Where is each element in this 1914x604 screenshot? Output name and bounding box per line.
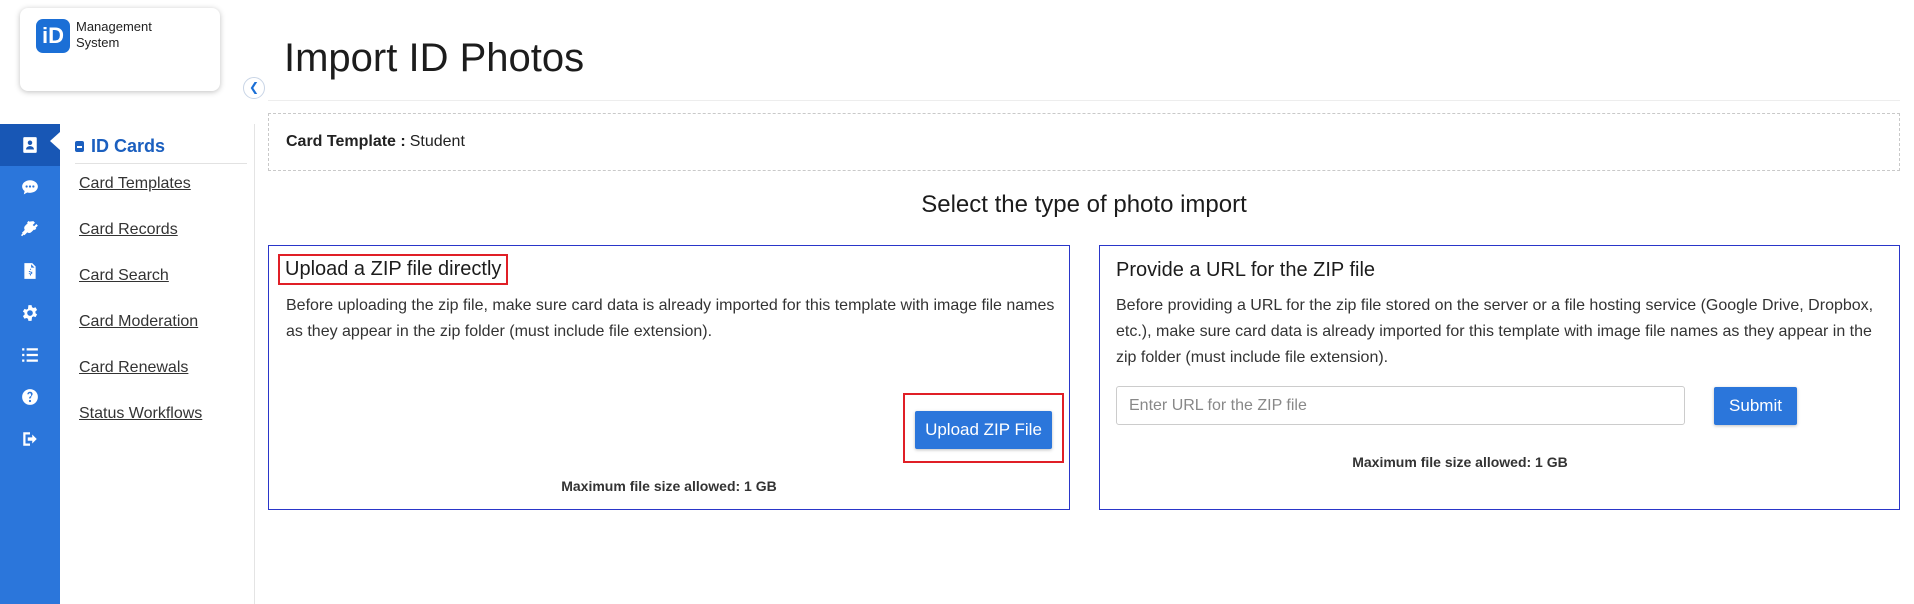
logo-line-2: System: [76, 35, 120, 50]
rail-item-logout[interactable]: [0, 418, 60, 460]
chevron-left-icon: ❮: [248, 80, 260, 94]
icon-rail: [0, 124, 60, 604]
url-zip-description: Before providing a URL for the zip file …: [1116, 297, 1874, 366]
url-zip-panel: Provide a URL for the ZIP file Before pr…: [1099, 245, 1900, 510]
rail-item-help[interactable]: [0, 376, 60, 418]
rail-item-billing[interactable]: [0, 250, 60, 292]
sidebar-item-card-records[interactable]: Card Records: [79, 221, 178, 239]
collapse-sidebar-button[interactable]: ❮: [243, 77, 265, 99]
sidebar-item-card-search[interactable]: Card Search: [79, 267, 169, 285]
logo-line-1: Management: [76, 19, 152, 34]
logo-mark: iD: [36, 19, 70, 53]
id-card-icon: [75, 141, 84, 152]
list-icon: [22, 348, 38, 362]
page-title: Import ID Photos: [284, 36, 585, 80]
sidebar-submenu: ID Cards Card Templates Card Records Car…: [60, 124, 255, 604]
card-template-value: Student: [409, 133, 465, 150]
logout-icon: [23, 432, 37, 446]
gear-icon: [22, 305, 38, 321]
sidebar-item-status-workflows[interactable]: Status Workflows: [79, 405, 202, 423]
submenu-title: ID Cards: [75, 130, 247, 164]
zip-url-input[interactable]: [1116, 386, 1685, 425]
submenu-title-label: ID Cards: [91, 136, 166, 156]
title-divider: [268, 100, 1900, 101]
card-template-label: Card Template :: [286, 133, 406, 150]
url-zip-title: Provide a URL for the ZIP file: [1116, 259, 1376, 281]
rail-item-messages[interactable]: [0, 166, 60, 208]
help-icon: [22, 389, 38, 405]
rail-item-settings[interactable]: [0, 292, 60, 334]
app: iD Management System ❮ ID Cards Card Tem…: [0, 0, 1914, 604]
sidebar-item-card-renewals[interactable]: Card Renewals: [79, 359, 188, 377]
rail-active-indicator: [50, 132, 60, 150]
id-card-icon: [23, 137, 37, 153]
rail-item-integrations[interactable]: [0, 208, 60, 250]
upload-zip-panel: Upload a ZIP file directly Before upload…: [268, 245, 1070, 510]
submit-url-button[interactable]: Submit: [1714, 387, 1797, 425]
plug-icon: [21, 220, 38, 237]
rail-item-lists[interactable]: [0, 334, 60, 376]
upload-zip-description: Before uploading the zip file, make sure…: [286, 297, 1055, 340]
upload-max-size-note: Maximum file size allowed: 1 GB: [561, 478, 777, 494]
sidebar-item-card-templates[interactable]: Card Templates: [79, 175, 191, 193]
sidebar-item-card-moderation[interactable]: Card Moderation: [79, 313, 198, 331]
upload-zip-title: Upload a ZIP file directly: [278, 254, 509, 285]
chat-icon: [22, 180, 38, 195]
invoice-icon: [24, 263, 36, 279]
import-type-heading: Select the type of photo import: [921, 191, 1247, 218]
upload-zip-button[interactable]: Upload ZIP File: [915, 411, 1052, 449]
card-template-info: Card Template : Student: [268, 113, 1900, 171]
logo-text: Management System: [76, 19, 152, 51]
url-max-size-note: Maximum file size allowed: 1 GB: [1352, 454, 1568, 470]
logo-card[interactable]: iD Management System: [20, 8, 220, 91]
